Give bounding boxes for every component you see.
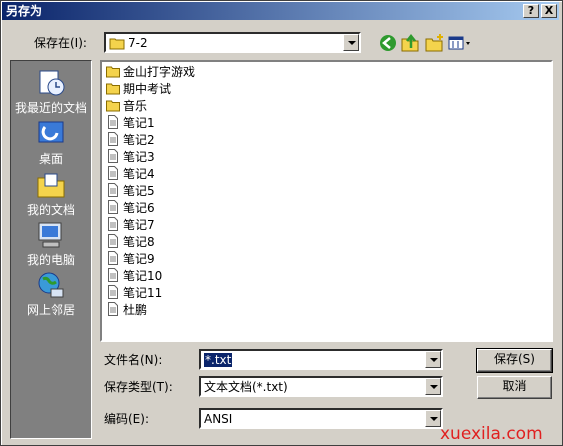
- network-places-icon: [35, 269, 67, 301]
- file-item[interactable]: 笔记4: [106, 166, 155, 183]
- place-label: 我的文档: [26, 203, 75, 217]
- filename-input[interactable]: *.txt: [199, 349, 443, 370]
- file-item[interactable]: 笔记10: [106, 268, 162, 285]
- place-desktop[interactable]: 桌面: [11, 118, 91, 166]
- back-icon[interactable]: [378, 33, 398, 53]
- file-item[interactable]: 笔记5: [106, 183, 155, 200]
- file-name: 笔记1: [123, 116, 155, 130]
- filetype-dropdown[interactable]: 文本文档(*.txt): [199, 376, 443, 397]
- places-bar: 我最近的文档 桌面 我的文档 我的电脑 网上邻居: [10, 60, 92, 439]
- file-name: 笔记5: [123, 184, 155, 198]
- file-item[interactable]: 笔记7: [106, 217, 155, 234]
- folder-icon: [106, 98, 120, 112]
- filetype-label: 保存类型(T):: [104, 380, 173, 394]
- text-file-icon: [106, 132, 120, 146]
- text-file-icon: [106, 200, 120, 214]
- file-item[interactable]: 笔记6: [106, 200, 155, 217]
- place-my-computer[interactable]: 我的电脑: [11, 219, 91, 267]
- place-label: 我最近的文档: [14, 101, 87, 115]
- text-file-icon: [106, 285, 120, 299]
- my-documents-icon: [35, 169, 67, 201]
- text-file-icon: [106, 268, 120, 282]
- file-name: 笔记10: [123, 269, 163, 283]
- desktop-icon: [35, 118, 67, 150]
- text-file-icon: [106, 234, 120, 248]
- filetype-value: 文本文档(*.txt): [204, 380, 288, 394]
- file-name: 期中考试: [123, 82, 172, 96]
- file-name: 笔记2: [123, 133, 155, 147]
- file-item[interactable]: 笔记11: [106, 285, 162, 302]
- chevron-down-icon[interactable]: [425, 378, 441, 395]
- encoding-value: ANSI: [204, 412, 233, 426]
- encoding-dropdown[interactable]: ANSI: [199, 408, 443, 429]
- new-folder-icon[interactable]: [424, 33, 444, 53]
- folder-icon: [109, 36, 125, 53]
- views-menu-icon[interactable]: [448, 33, 472, 53]
- title-bar[interactable]: 另存为 ? X: [2, 2, 559, 20]
- file-name: 笔记4: [123, 167, 155, 181]
- up-folder-icon[interactable]: [400, 33, 420, 53]
- file-name: 音乐: [123, 99, 148, 113]
- file-list[interactable]: 金山打字游戏 期中考试音乐笔记1 笔记2 笔记3 笔记4 笔记5 笔记6 笔记7 笔记8 笔记9 笔…: [100, 60, 553, 342]
- filename-label: 文件名(N):: [104, 353, 163, 367]
- file-item[interactable]: 笔记9: [106, 251, 155, 268]
- folder-item[interactable]: 音乐: [106, 98, 147, 115]
- save-in-value: 7-2: [128, 36, 148, 50]
- place-recent[interactable]: 我最近的文档: [11, 67, 91, 115]
- file-name: 笔记8: [123, 235, 155, 249]
- close-button[interactable]: X: [541, 4, 557, 18]
- text-file-icon: [106, 217, 120, 231]
- place-label: 我的电脑: [26, 253, 75, 267]
- file-name: 笔记7: [123, 218, 155, 232]
- watermark: xuexila.com: [440, 424, 543, 444]
- file-name: 笔记11: [123, 286, 163, 300]
- cancel-button[interactable]: 取消: [477, 376, 552, 399]
- file-name: 笔记3: [123, 150, 155, 164]
- place-label: 桌面: [38, 152, 63, 166]
- file-name: 笔记6: [123, 201, 155, 215]
- text-file-icon: [106, 115, 120, 129]
- save-in-dropdown[interactable]: 7-2: [104, 32, 361, 53]
- place-network[interactable]: 网上邻居: [11, 269, 91, 317]
- chevron-down-icon[interactable]: [425, 351, 441, 368]
- save-button[interactable]: 保存(S): [476, 348, 553, 373]
- folder-item[interactable]: 期中考试: [106, 81, 171, 98]
- file-name: 金山打字游戏: [123, 65, 196, 79]
- text-file-icon: [106, 302, 120, 316]
- chevron-down-icon[interactable]: [343, 34, 359, 51]
- chevron-down-icon[interactable]: [425, 410, 441, 427]
- file-name: 杜鹏: [123, 303, 148, 317]
- file-item[interactable]: 笔记2: [106, 132, 155, 149]
- folder-icon: [106, 81, 120, 95]
- file-item[interactable]: 笔记3: [106, 149, 155, 166]
- place-label: 网上邻居: [26, 303, 75, 317]
- encoding-label: 编码(E):: [104, 412, 149, 426]
- file-item[interactable]: 笔记1: [106, 115, 155, 132]
- file-item[interactable]: 杜鹏: [106, 302, 147, 319]
- text-file-icon: [106, 149, 120, 163]
- my-computer-icon: [35, 219, 67, 251]
- recent-documents-icon: [35, 67, 67, 99]
- filename-value: *.txt: [204, 353, 233, 367]
- place-my-documents[interactable]: 我的文档: [11, 169, 91, 217]
- file-name: 笔记9: [123, 252, 155, 266]
- text-file-icon: [106, 251, 120, 265]
- save-in-label: 保存在(I):: [34, 36, 87, 50]
- text-file-icon: [106, 166, 120, 180]
- folder-item[interactable]: 金山打字游戏: [106, 64, 195, 81]
- text-file-icon: [106, 183, 120, 197]
- folder-icon: [106, 64, 120, 78]
- dialog-title: 另存为: [6, 4, 43, 18]
- file-item[interactable]: 笔记8: [106, 234, 155, 251]
- help-button[interactable]: ?: [523, 4, 539, 18]
